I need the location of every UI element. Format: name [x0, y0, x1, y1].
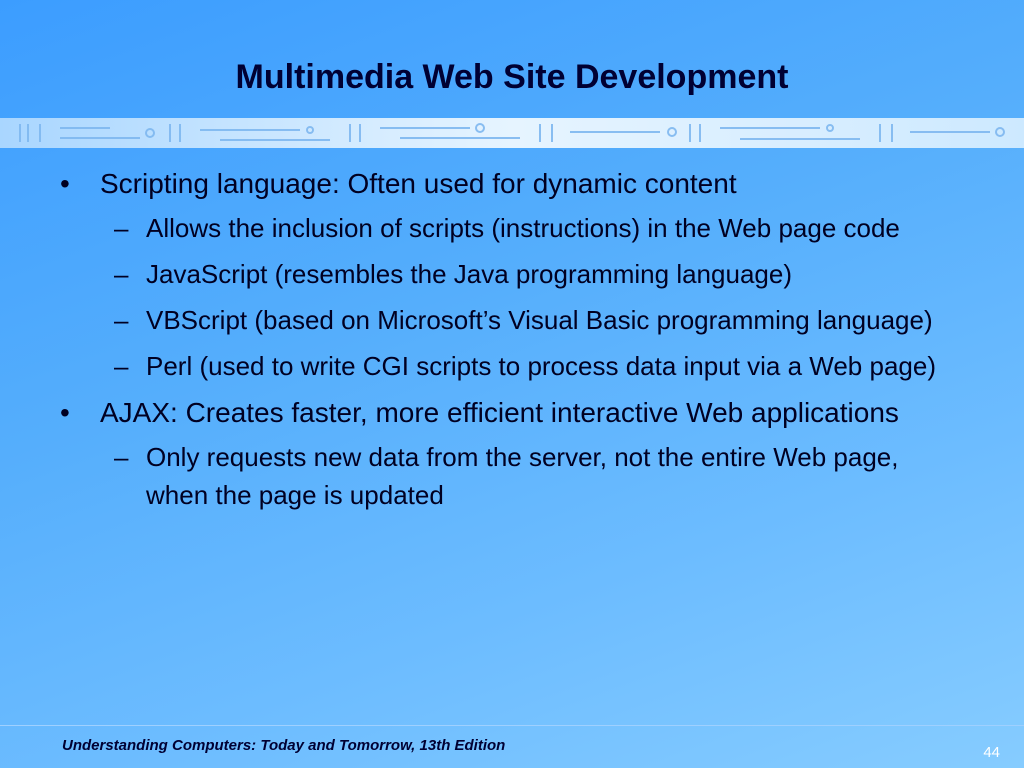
bullet-ajax: • AJAX: Creates faster, more efficient i… [58, 393, 978, 432]
footer-divider [0, 725, 1024, 726]
bullet-scripting-language: • Scripting language: Often used for dyn… [58, 164, 978, 203]
sub-bullet-perl: – Perl (used to write CGI scripts to pro… [58, 347, 966, 385]
sub-bullet-text: Only requests new data from the server, … [146, 442, 899, 510]
sub-bullet-text: JavaScript (resembles the Java programmi… [146, 259, 792, 289]
sub-bullet-text: VBScript (based on Microsoft’s Visual Ba… [146, 305, 933, 335]
sub-bullet-javascript: – JavaScript (resembles the Java program… [58, 255, 966, 293]
bullet-marker: • [60, 168, 70, 199]
sub-bullet-ajax-requests: – Only requests new data from the server… [58, 438, 966, 514]
slide-title: Multimedia Web Site Development [235, 58, 789, 96]
page-number: 44 [983, 744, 1000, 761]
sub-bullet-marker: – [114, 351, 129, 381]
bullet-list: • Scripting language: Often used for dyn… [58, 164, 978, 522]
bullet-text: AJAX: Creates faster, more efficient int… [100, 397, 899, 428]
sub-bullet-marker: – [114, 213, 129, 243]
bullet-text: Scripting language: Often used for dynam… [100, 168, 737, 199]
bullet-marker: • [60, 397, 70, 428]
footer-book-title: Understanding Computers: Today and Tomor… [62, 737, 506, 754]
sub-bullet-marker: – [114, 259, 129, 289]
sub-bullet-text: Allows the inclusion of scripts (instruc… [146, 213, 900, 243]
sub-bullet-scripts-inclusion: – Allows the inclusion of scripts (instr… [58, 209, 966, 247]
sub-bullet-marker: – [114, 305, 129, 335]
sub-bullet-text: Perl (used to write CGI scripts to proce… [146, 351, 936, 381]
circuit-pattern-decoration [0, 118, 1024, 148]
sub-bullet-vbscript: – VBScript (based on Microsoft’s Visual … [58, 301, 966, 339]
sub-bullet-marker: – [114, 442, 129, 472]
